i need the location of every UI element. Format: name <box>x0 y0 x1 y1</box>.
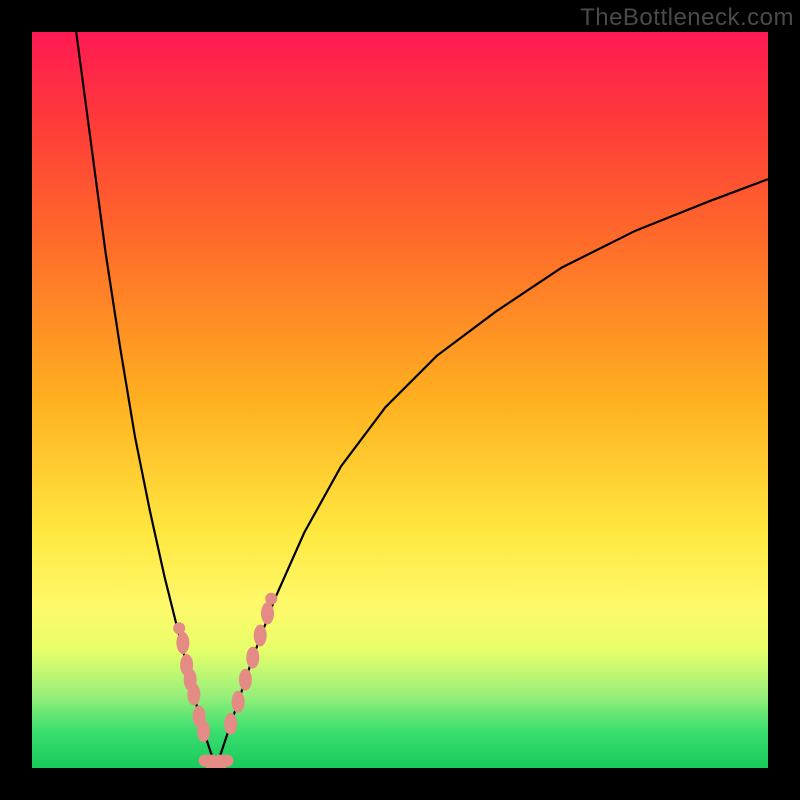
data-marker <box>187 683 200 705</box>
curve-right-branch <box>216 179 768 768</box>
data-marker <box>254 625 267 647</box>
plot-area <box>32 32 768 768</box>
data-marker <box>265 593 277 605</box>
data-marker <box>224 713 237 735</box>
data-marker <box>213 755 233 767</box>
data-marker <box>246 647 259 669</box>
data-marker <box>261 602 274 624</box>
watermark-text: TheBottleneck.com <box>580 4 794 32</box>
curve-left-branch <box>76 32 216 768</box>
chart-frame: TheBottleneck.com <box>0 0 800 800</box>
data-marker <box>239 669 252 691</box>
data-marker <box>197 720 210 742</box>
data-marker <box>176 632 189 654</box>
data-marker <box>232 691 245 713</box>
chart-overlay <box>32 32 768 768</box>
data-marker <box>173 622 185 634</box>
